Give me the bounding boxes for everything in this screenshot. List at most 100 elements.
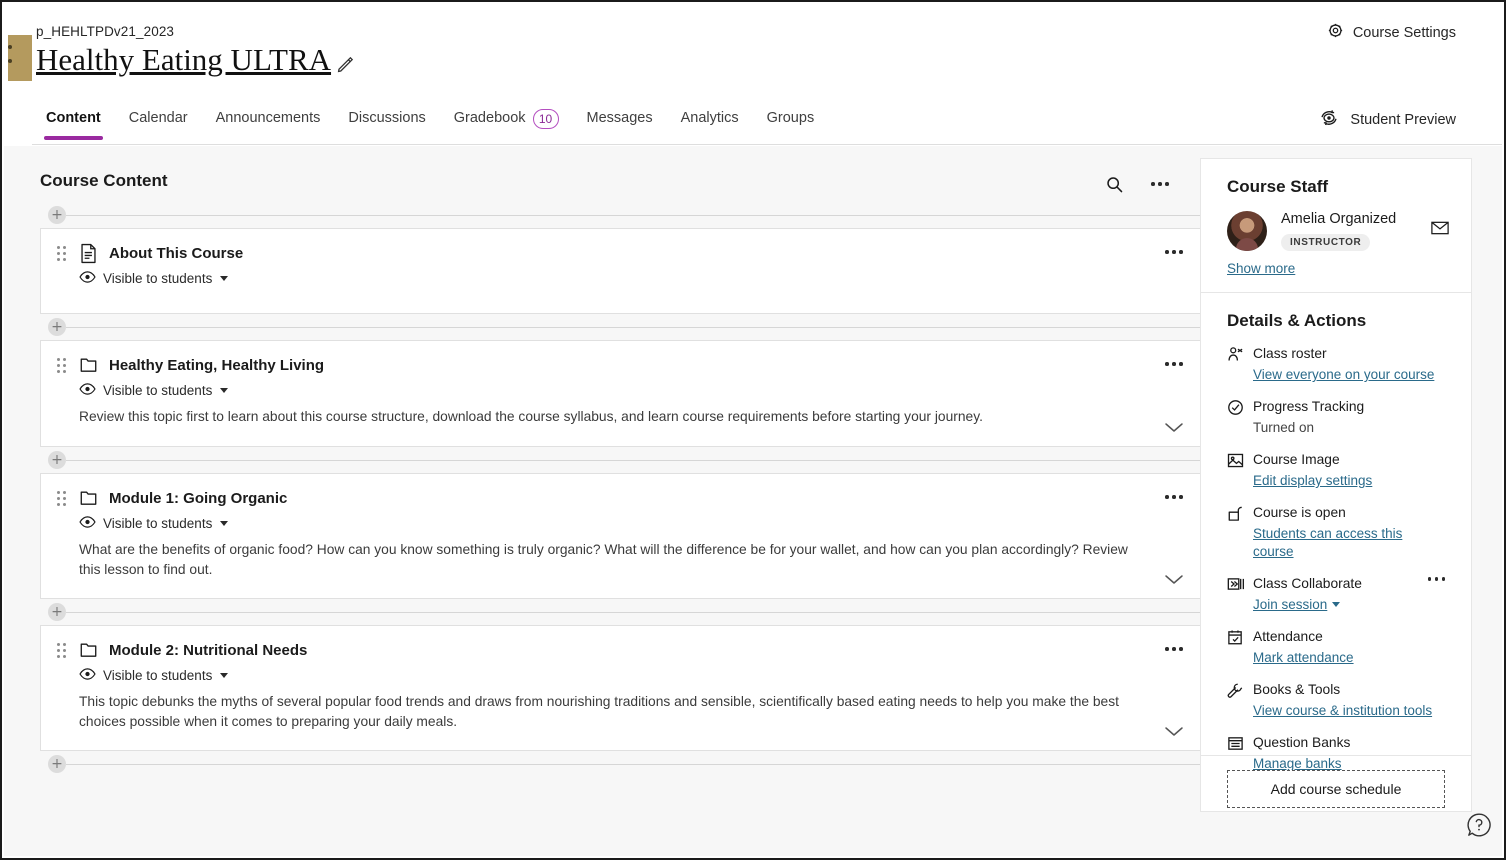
content-item[interactable]: Module 1: Going Organic Visible to stude… [40, 473, 1202, 599]
page-title[interactable]: Healthy Eating ULTRA [36, 42, 331, 78]
content-item[interactable]: About This Course Visible to students [40, 228, 1202, 314]
chevron-down-icon [220, 388, 229, 393]
detail-link[interactable]: Students can access this course [1253, 525, 1445, 561]
plus-icon[interactable]: + [48, 451, 66, 469]
plus-icon[interactable]: + [48, 755, 66, 773]
detail-attendance[interactable]: Attendance Mark attendance [1227, 628, 1445, 667]
add-content-row[interactable]: + [40, 751, 1202, 777]
expand-chevron-icon[interactable] [1163, 724, 1185, 738]
tab-analytics[interactable]: Analytics [667, 100, 753, 145]
staff-member[interactable]: Amelia Organized INSTRUCTOR [1227, 211, 1449, 251]
course-id: p_HEHLTPDv21_2023 [36, 24, 175, 39]
student-preview-button[interactable]: Student Preview [1318, 109, 1456, 130]
detail-class-collaborate[interactable]: Class Collaborate Join session [1227, 575, 1445, 614]
expand-chevron-icon[interactable] [1163, 572, 1185, 586]
tab-discussions[interactable]: Discussions [334, 100, 439, 145]
details-actions-title: Details & Actions [1227, 311, 1367, 330]
detail-course-image[interactable]: Course Image Edit display settings [1227, 451, 1445, 490]
content-item[interactable]: Module 2: Nutritional Needs Visible to s… [40, 625, 1202, 751]
search-icon[interactable] [1102, 172, 1126, 196]
detail-class-roster[interactable]: Class roster View everyone on your cours… [1227, 345, 1445, 384]
detail-link[interactable]: Mark attendance [1253, 649, 1354, 667]
chevron-down-icon[interactable] [1332, 602, 1341, 607]
detail-books-tools[interactable]: Books & Tools View course & institution … [1227, 681, 1445, 720]
details-actions-section: Details & Actions Class roster View ever… [1201, 293, 1471, 787]
course-settings-button[interactable]: Course Settings [1327, 22, 1456, 43]
content-item-menu[interactable] [1161, 241, 1187, 263]
tab-label: Calendar [128, 110, 188, 126]
visibility-label: Visible to students [103, 271, 213, 286]
add-content-row[interactable]: + [40, 447, 1202, 473]
visibility-dropdown[interactable]: Visible to students [79, 271, 1153, 286]
content-item-description: What are the benefits of organic food? H… [79, 542, 1128, 577]
detail-link[interactable]: Join session [1253, 596, 1327, 614]
class-roster-icon [1227, 346, 1244, 363]
expand-chevron-icon[interactable] [1163, 420, 1185, 434]
chevron-down-icon [220, 673, 229, 678]
detail-label: Books & Tools [1253, 682, 1341, 697]
collaborate-more-options-icon[interactable] [1427, 577, 1445, 581]
visibility-label: Visible to students [103, 383, 213, 398]
content-item-title[interactable]: About This Course [109, 243, 243, 264]
more-options-icon[interactable] [1148, 172, 1172, 196]
plus-icon[interactable]: + [48, 603, 66, 621]
tab-groups[interactable]: Groups [753, 100, 829, 145]
show-more-link[interactable]: Show more [1227, 261, 1295, 276]
tab-messages[interactable]: Messages [573, 100, 667, 145]
eye-icon [79, 271, 96, 286]
progress-check-icon [1227, 399, 1244, 416]
content-item-description: Review this topic first to learn about t… [79, 409, 983, 424]
content-item-title[interactable]: Healthy Eating, Healthy Living [109, 355, 324, 376]
student-preview-label: Student Preview [1350, 111, 1456, 128]
drag-handle-icon[interactable] [57, 643, 69, 661]
visibility-dropdown[interactable]: Visible to students [79, 668, 1153, 683]
content-item-title[interactable]: Module 1: Going Organic [109, 488, 287, 509]
visibility-label: Visible to students [103, 668, 213, 683]
drag-handle-icon[interactable] [57, 358, 69, 376]
content-item-description: This topic debunks the myths of several … [79, 694, 1119, 729]
content-item-title[interactable]: Module 2: Nutritional Needs [109, 640, 307, 661]
add-course-schedule-button[interactable]: Add course schedule [1227, 770, 1445, 808]
plus-icon[interactable]: + [48, 206, 66, 224]
add-content-row[interactable]: + [40, 314, 1202, 340]
course-banner-thumbnail[interactable] [8, 35, 32, 81]
tab-content[interactable]: Content [32, 100, 115, 145]
plus-icon[interactable]: + [48, 318, 66, 336]
detail-progress-tracking[interactable]: Progress Tracking Turned on [1227, 398, 1445, 437]
question-bank-icon [1227, 735, 1244, 752]
course-staff-title: Course Staff [1227, 177, 1329, 196]
content-item[interactable]: Healthy Eating, Healthy Living Visible t… [40, 340, 1202, 447]
drag-handle-icon[interactable] [57, 246, 69, 264]
pencil-icon[interactable] [336, 54, 356, 74]
envelope-icon[interactable] [1431, 221, 1449, 235]
detail-link[interactable]: View course & institution tools [1253, 702, 1432, 720]
detail-course-open[interactable]: Course is open Students can access this … [1227, 504, 1445, 561]
visibility-dropdown[interactable]: Visible to students [79, 516, 1153, 531]
visibility-dropdown[interactable]: Visible to students [79, 383, 1153, 398]
help-icon[interactable] [1466, 812, 1492, 838]
eye-icon [79, 383, 96, 398]
active-tab-indicator [44, 136, 103, 140]
gear-icon [1327, 22, 1344, 43]
tab-gradebook[interactable]: Gradebook 10 [440, 100, 573, 145]
detail-link[interactable]: View everyone on your course [1253, 366, 1434, 384]
tab-label: Messages [586, 110, 653, 126]
add-content-row[interactable]: + [40, 202, 1202, 228]
add-content-row[interactable]: + [40, 599, 1202, 625]
course-content-header: Course Content [20, 146, 1202, 202]
divider [66, 612, 1202, 613]
content-item-header: Module 1: Going Organic [57, 488, 1153, 510]
detail-link[interactable]: Edit display settings [1253, 472, 1372, 490]
content-item-menu[interactable] [1161, 353, 1187, 375]
content-items-list: + About This Course Visible to students … [20, 202, 1202, 856]
content-item-menu[interactable] [1161, 638, 1187, 660]
content-item-menu[interactable] [1161, 486, 1187, 508]
tab-calendar[interactable]: Calendar [115, 100, 202, 145]
main-area: Course Content + About This Course Visib… [4, 146, 1502, 856]
course-settings-label: Course Settings [1352, 24, 1456, 41]
page-header: p_HEHLTPDv21_2023 Healthy Eating ULTRA C… [32, 4, 1502, 100]
open-lock-icon [1227, 505, 1244, 522]
drag-handle-icon[interactable] [57, 491, 69, 509]
tab-label: Content [46, 110, 101, 126]
tab-announcements[interactable]: Announcements [202, 100, 335, 145]
